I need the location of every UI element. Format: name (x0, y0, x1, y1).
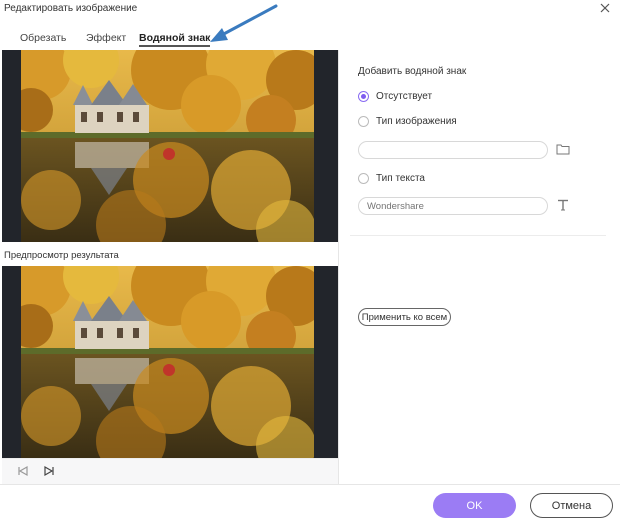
radio-text-type[interactable]: Тип текста (358, 171, 425, 185)
tab-crop[interactable]: Обрезать (20, 32, 66, 44)
close-icon[interactable] (598, 1, 612, 15)
section-divider (350, 235, 606, 236)
image-path-input[interactable] (358, 141, 548, 159)
ok-button[interactable]: OK (433, 493, 516, 518)
vertical-divider (338, 50, 339, 484)
skip-back-icon[interactable] (16, 464, 30, 478)
radio-label-none: Отсутствует (376, 90, 433, 102)
tab-effect[interactable]: Эффект (86, 32, 126, 44)
cancel-button[interactable]: Отмена (530, 493, 613, 518)
folder-icon[interactable] (556, 143, 570, 155)
landscape-image (21, 266, 314, 458)
title-bar: Редактировать изображение (0, 0, 620, 20)
apply-to-all-button[interactable]: Применить ко всем (358, 308, 451, 326)
radio-image-type[interactable]: Тип изображения (358, 114, 457, 128)
radio-none[interactable]: Отсутствует (358, 89, 432, 103)
watermark-text-input[interactable] (358, 197, 548, 215)
radio-label-text-type: Тип текста (376, 172, 425, 184)
window-title: Редактировать изображение (4, 3, 138, 14)
radio-indicator[interactable] (358, 172, 369, 184)
annotation-arrow-icon (210, 4, 278, 42)
text-format-icon[interactable] (556, 198, 570, 212)
play-next-icon[interactable] (42, 464, 56, 478)
landscape-image (21, 50, 314, 242)
footer-divider (0, 484, 620, 485)
watermark-section-title: Добавить водяной знак (358, 66, 467, 77)
result-preview (2, 266, 338, 458)
radio-label-image-type: Тип изображения (376, 115, 457, 127)
result-preview-label: Предпросмотр результата (4, 250, 119, 261)
radio-indicator[interactable] (358, 115, 369, 127)
radio-indicator[interactable] (358, 90, 369, 102)
original-preview (2, 50, 338, 242)
